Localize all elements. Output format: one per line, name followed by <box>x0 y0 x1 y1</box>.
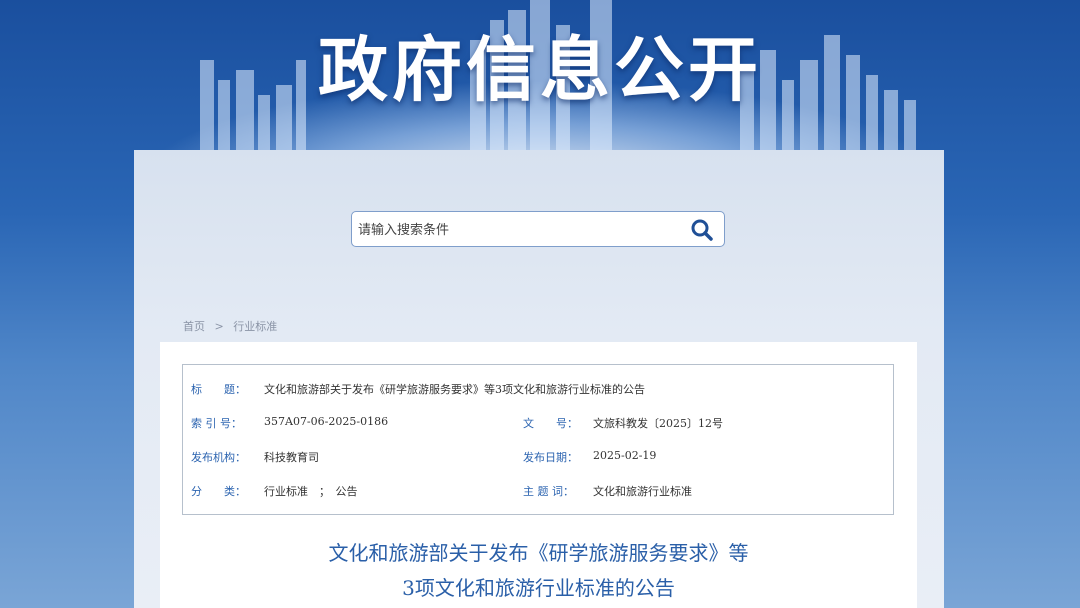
meta-docno-value: 文旅科教发〔2025〕12号 <box>593 417 723 430</box>
search-input[interactable] <box>356 212 680 248</box>
meta-date-label: 发布日期： <box>523 451 578 464</box>
meta-index-label: 索 引 号： <box>191 417 242 430</box>
search-box <box>351 211 725 248</box>
meta-topic-label: 主 题 词： <box>523 485 574 498</box>
breadcrumb-current[interactable]: 行业标准 <box>233 320 277 333</box>
breadcrumb: 首页 > 行业标准 <box>183 318 283 334</box>
article-title-line1: 文化和旅游部关于发布《研学旅游服务要求》等 <box>328 541 749 565</box>
meta-org-value: 科技教育司 <box>264 451 319 464</box>
breadcrumb-separator: > <box>214 320 224 333</box>
meta-row-index: 索 引 号： 357A07-06-2025-0186 文 号： 文旅科教发〔20… <box>183 415 895 435</box>
meta-category-value: 行业标准 ； 公告 <box>264 485 358 498</box>
search-icon[interactable] <box>690 218 714 242</box>
banner-title: 政府信息公开 <box>318 29 762 111</box>
article-title-line2: 3项文化和旅游行业标准的公告 <box>402 576 675 600</box>
meta-row-category: 分 类： 行业标准 ； 公告 主 题 词： 文化和旅游行业标准 <box>183 483 895 503</box>
meta-title-value: 文化和旅游部关于发布《研学旅游服务要求》等3项文化和旅游行业标准的公告 <box>264 383 645 396</box>
meta-index-value: 357A07-06-2025-0186 <box>264 415 389 428</box>
meta-org-label: 发布机构： <box>191 451 246 464</box>
metadata-table: 标 题： 文化和旅游部关于发布《研学旅游服务要求》等3项文化和旅游行业标准的公告… <box>182 364 894 515</box>
meta-docno-label: 文 号： <box>523 417 578 430</box>
meta-category-label: 分 类： <box>191 485 246 498</box>
meta-date-value: 2025-02-19 <box>593 449 657 462</box>
meta-row-title: 标 题： 文化和旅游部关于发布《研学旅游服务要求》等3项文化和旅游行业标准的公告 <box>183 381 895 401</box>
meta-row-org: 发布机构： 科技教育司 发布日期： 2025-02-19 <box>183 449 895 469</box>
meta-title-label: 标 题： <box>191 383 246 396</box>
meta-topic-value: 文化和旅游行业标准 <box>593 485 692 498</box>
article-card: 标 题： 文化和旅游部关于发布《研学旅游服务要求》等3项文化和旅游行业标准的公告… <box>160 342 917 608</box>
breadcrumb-home[interactable]: 首页 <box>183 320 205 333</box>
